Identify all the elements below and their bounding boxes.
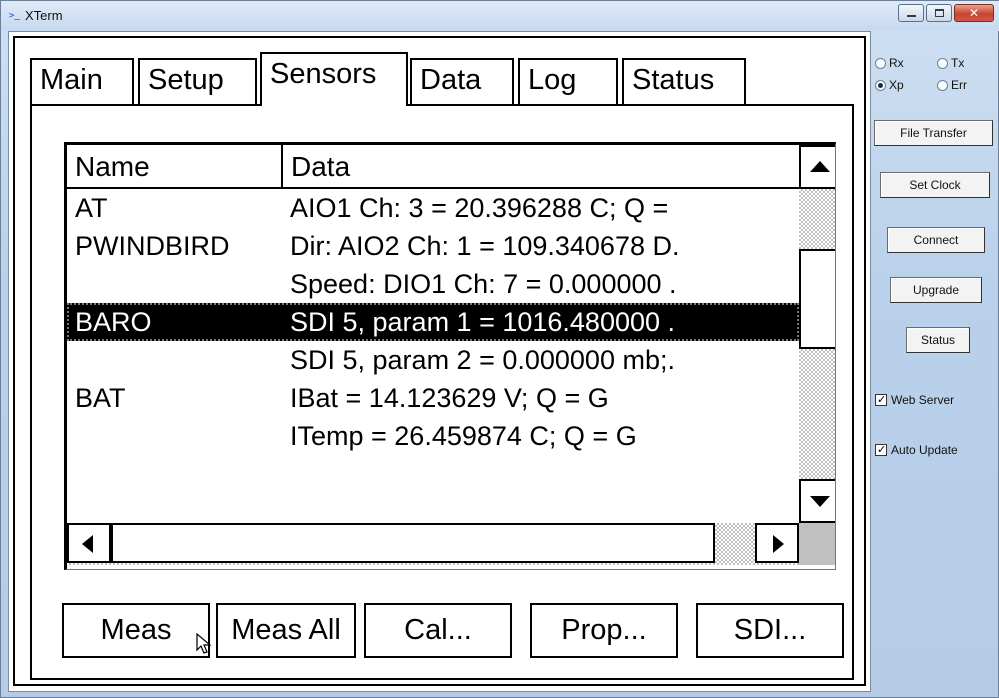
scroll-right-button[interactable] [755, 523, 799, 563]
cell-data: AIO1 Ch: 3 = 20.396288 C; Q = [290, 193, 669, 223]
checkbox-checked-icon [875, 442, 887, 458]
radio-xp-label: Xp [889, 78, 904, 92]
horizontal-scrollbar[interactable] [67, 523, 799, 565]
column-header-name[interactable]: Name [67, 145, 283, 189]
table-row-selected[interactable]: BARO SDI 5, param 1 = 1016.480000 . [67, 303, 799, 341]
tab-status[interactable]: Status [622, 58, 746, 104]
radio-tx[interactable]: Tx [937, 55, 964, 71]
table-row[interactable]: BAT IBat = 14.123629 V; Q = G [67, 379, 799, 417]
scroll-left-button[interactable] [67, 523, 111, 563]
radio-button-icon [875, 58, 886, 69]
cell-name: PWINDBIRD [75, 231, 230, 261]
radio-button-checked-icon [875, 80, 886, 91]
cell-data: SDI 5, param 1 = 1016.480000 . [290, 307, 676, 337]
title-bar[interactable]: >_ XTerm ✕ [1, 1, 999, 31]
tab-sensors[interactable]: Sensors [260, 52, 408, 106]
table-row[interactable]: ITemp = 26.459874 C; Q = G [67, 417, 799, 455]
status-button[interactable]: Status [906, 327, 970, 353]
auto-update-checkbox[interactable]: Auto Update [875, 442, 958, 458]
window-controls: ✕ [898, 4, 994, 24]
minimize-icon [906, 15, 916, 17]
xterm-app-icon: >_ [9, 11, 20, 21]
sensors-list[interactable]: Name Data AT AIO1 Ch: 3 = 20.396288 C; Q… [64, 142, 836, 570]
upgrade-button[interactable]: Upgrade [890, 277, 982, 303]
sensors-rows: AT AIO1 Ch: 3 = 20.396288 C; Q = PWINDBI… [67, 189, 799, 523]
radio-xp[interactable]: Xp [875, 77, 904, 93]
cal-button[interactable]: Cal... [364, 603, 512, 658]
main-panel: Main Setup Sensors Data Log Status Name … [8, 31, 871, 692]
auto-update-label: Auto Update [891, 443, 958, 457]
table-row[interactable]: Speed: DIO1 Ch: 7 = 0.000000 . [67, 265, 799, 303]
cell-data: IBat = 14.123629 V; Q = G [290, 383, 609, 413]
table-row[interactable]: AT AIO1 Ch: 3 = 20.396288 C; Q = [67, 189, 799, 227]
scroll-up-button[interactable] [799, 145, 835, 189]
cell-data: Dir: AIO2 Ch: 1 = 109.340678 D. [290, 231, 680, 261]
set-clock-button[interactable]: Set Clock [880, 172, 990, 198]
radio-err[interactable]: Err [937, 77, 967, 93]
cell-name: BAT [75, 383, 126, 413]
radio-button-icon [937, 80, 948, 91]
side-panel: Rx Tx Xp Err File Transfer Set Clock Con… [873, 53, 997, 693]
file-transfer-button[interactable]: File Transfer [874, 120, 993, 146]
window-title: XTerm [25, 8, 63, 23]
cell-data: Speed: DIO1 Ch: 7 = 0.000000 . [290, 269, 677, 299]
scrollbar-corner [799, 523, 835, 565]
cell-name: AT [75, 193, 108, 223]
vertical-scroll-thumb[interactable] [799, 249, 835, 349]
horizontal-scroll-thumb[interactable] [111, 523, 715, 563]
radio-button-icon [937, 58, 948, 69]
mouse-cursor-icon [196, 633, 212, 654]
table-row[interactable]: SDI 5, param 2 = 0.000000 mb;. [67, 341, 799, 379]
checkbox-checked-icon [875, 392, 887, 408]
meas-all-button[interactable]: Meas All [216, 603, 356, 658]
cell-data: ITemp = 26.459874 C; Q = G [290, 421, 637, 451]
sdi-button[interactable]: SDI... [696, 603, 844, 658]
arrow-down-icon [810, 496, 830, 507]
scroll-down-button[interactable] [799, 479, 835, 523]
web-server-checkbox[interactable]: Web Server [875, 392, 954, 408]
radio-err-label: Err [951, 78, 967, 92]
arrow-right-icon [773, 535, 784, 553]
column-header-data[interactable]: Data [283, 145, 799, 189]
close-icon: ✕ [968, 6, 980, 20]
tab-setup[interactable]: Setup [138, 58, 257, 104]
maximize-button[interactable] [926, 4, 952, 22]
vertical-scrollbar[interactable] [799, 145, 835, 523]
connect-button[interactable]: Connect [887, 227, 985, 253]
arrow-left-icon [82, 535, 93, 553]
meas-button-label: Meas [100, 614, 172, 646]
close-button[interactable]: ✕ [954, 4, 994, 22]
minimize-button[interactable] [898, 4, 924, 22]
radio-rx-label: Rx [889, 56, 904, 70]
tab-log[interactable]: Log [518, 58, 618, 104]
cell-name: BARO [75, 307, 152, 337]
cell-data: SDI 5, param 2 = 0.000000 mb;. [290, 345, 675, 375]
table-row[interactable]: PWINDBIRD Dir: AIO2 Ch: 1 = 109.340678 D… [67, 227, 799, 265]
maximize-icon [934, 9, 944, 17]
app-window: >_ XTerm ✕ Main Setup Sensors Data Log S… [0, 0, 999, 698]
tab-data[interactable]: Data [410, 58, 514, 104]
tab-main[interactable]: Main [30, 58, 134, 104]
arrow-up-icon [810, 161, 830, 172]
radio-rx[interactable]: Rx [875, 55, 904, 71]
tab-control: Main Setup Sensors Data Log Status Name … [13, 36, 866, 686]
web-server-label: Web Server [891, 393, 955, 407]
sensors-tab-panel: Name Data AT AIO1 Ch: 3 = 20.396288 C; Q… [30, 104, 854, 680]
radio-tx-label: Tx [951, 56, 965, 70]
prop-button[interactable]: Prop... [530, 603, 678, 658]
meas-button[interactable]: Meas [62, 603, 212, 658]
